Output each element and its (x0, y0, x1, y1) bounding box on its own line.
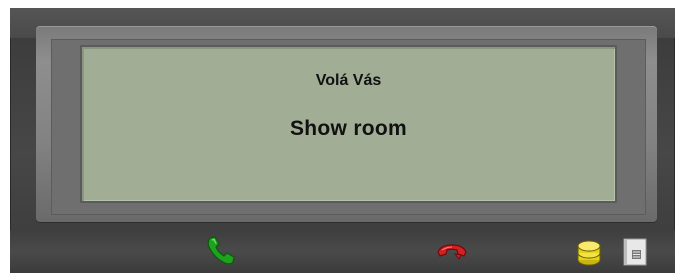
document-icon (623, 238, 647, 266)
contacts-database-button[interactable] (574, 236, 604, 268)
phone-hangup-icon (437, 244, 467, 260)
phone-answer-icon (207, 236, 235, 265)
phone-device: Volá Vás Show room (10, 8, 675, 273)
hang-up-button[interactable] (435, 240, 469, 262)
incoming-call-label: Volá Vás (315, 72, 382, 89)
caller-name: Show room (289, 117, 408, 140)
lcd-display: Volá Vás Show room (80, 45, 617, 203)
database-icon (577, 240, 601, 266)
call-log-button[interactable] (621, 237, 649, 267)
answer-call-button[interactable] (204, 234, 238, 268)
